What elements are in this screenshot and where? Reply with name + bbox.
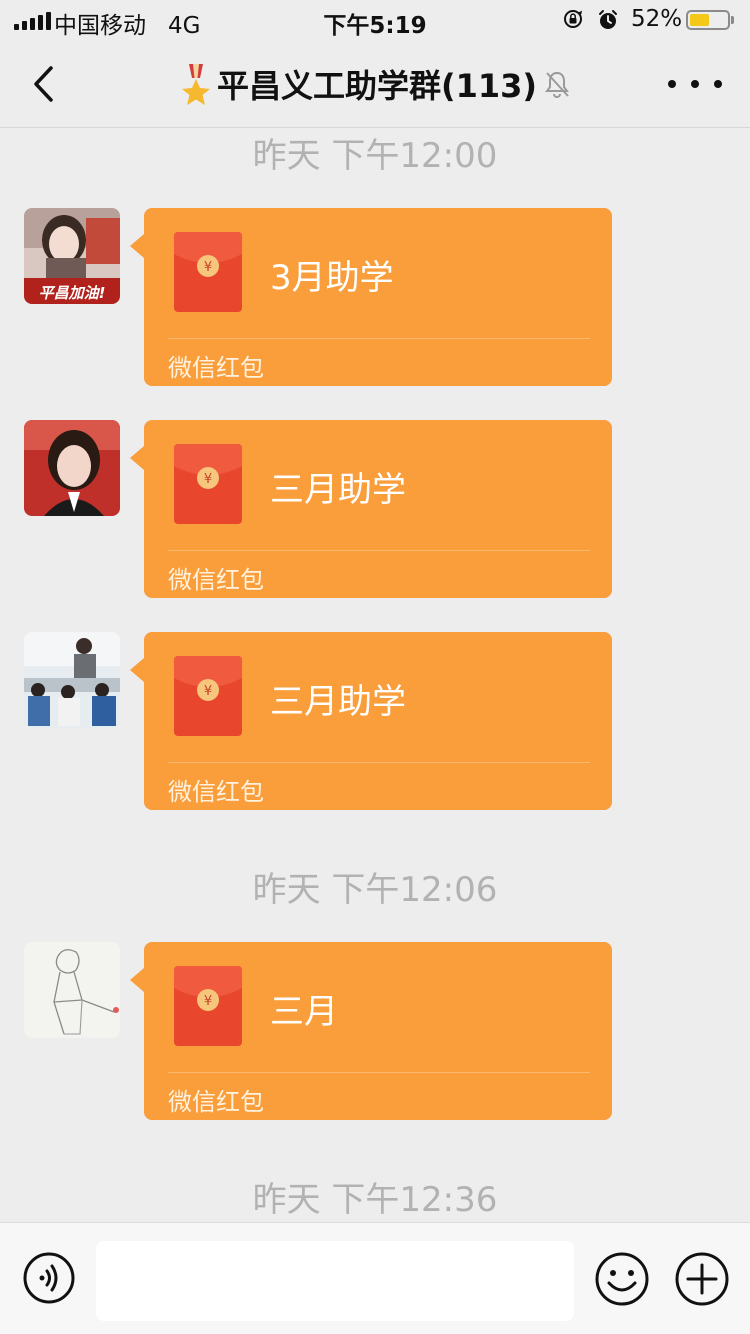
medal-icon xyxy=(181,64,210,105)
nav-bar: 平昌义工助学群(113) xyxy=(0,40,750,128)
avatar-girl-with-banner[interactable]: 平昌加油! xyxy=(24,208,120,304)
avatar-woman-portrait[interactable] xyxy=(24,420,120,516)
message-input[interactable] xyxy=(96,1241,574,1321)
avatar-classroom-photo[interactable] xyxy=(24,632,120,728)
svg-text:¥: ¥ xyxy=(204,994,212,1009)
red-packet-message[interactable]: ¥ 三月 微信红包 xyxy=(130,942,612,1120)
red-packet-divider xyxy=(168,762,590,763)
red-packet-divider xyxy=(168,338,590,339)
red-packet-title: 三月助学 xyxy=(270,682,406,722)
red-packet-message[interactable]: ¥ 三月助学 微信红包 xyxy=(130,420,612,598)
red-packet-divider xyxy=(168,1072,590,1073)
chat-title: 平昌义工助学群(113) xyxy=(216,67,538,105)
battery-icon xyxy=(686,10,730,30)
voice-icon[interactable] xyxy=(22,1251,76,1305)
status-bar: 中国移动 4G 下午5:19 52% xyxy=(0,0,750,40)
red-packet-message[interactable]: ¥ 三月助学 微信红包 xyxy=(130,632,612,810)
battery-level-fill xyxy=(690,14,709,26)
red-packet-footer: 微信红包 xyxy=(168,354,264,382)
more-dots-icon[interactable] xyxy=(668,62,722,106)
site-watermark xyxy=(600,1282,750,1326)
message-timestamp: 昨天 下午12:00 xyxy=(252,136,498,176)
red-packet-footer: 微信红包 xyxy=(168,566,264,594)
red-envelope-icon: ¥ xyxy=(174,232,242,312)
message-timestamp: 昨天 下午12:06 xyxy=(252,870,498,910)
svg-text:¥: ¥ xyxy=(204,472,212,487)
battery-nub xyxy=(731,16,734,24)
bell-mute-icon xyxy=(545,71,570,98)
avatar-banner-text: 平昌加油! xyxy=(39,284,106,302)
message-list[interactable]: 昨天 下午12:00 平昌加油! ¥ 3月助学 微信红包 ¥ 三月助学 微信红包… xyxy=(0,128,750,1222)
battery-percent: 52% xyxy=(631,6,683,32)
red-packet-title: 3月助学 xyxy=(270,258,394,298)
orientation-lock-icon xyxy=(564,10,583,28)
red-packet-title: 三月助学 xyxy=(270,470,406,510)
svg-text:¥: ¥ xyxy=(204,260,212,275)
red-envelope-icon: ¥ xyxy=(174,966,242,1046)
nav-title-group: 平昌义工助学群(113) xyxy=(0,40,750,128)
red-envelope-icon: ¥ xyxy=(174,444,242,524)
svg-text:¥: ¥ xyxy=(204,684,212,699)
red-envelope-icon: ¥ xyxy=(174,656,242,736)
red-packet-footer: 微信红包 xyxy=(168,778,264,806)
alarm-icon xyxy=(599,10,617,29)
red-packet-divider xyxy=(168,550,590,551)
red-packet-title: 三月 xyxy=(270,992,338,1032)
chat-screen: 中国移动 4G 下午5:19 52% 平昌义工助学群(113) 昨天 下午12:… xyxy=(0,0,750,1334)
avatar-sketch-boy[interactable] xyxy=(24,942,120,1038)
red-packet-message[interactable]: ¥ 3月助学 微信红包 xyxy=(130,208,612,386)
red-packet-footer: 微信红包 xyxy=(168,1088,264,1116)
message-timestamp: 昨天 下午12:36 xyxy=(252,1180,498,1220)
chevron-left-icon[interactable] xyxy=(24,62,64,106)
